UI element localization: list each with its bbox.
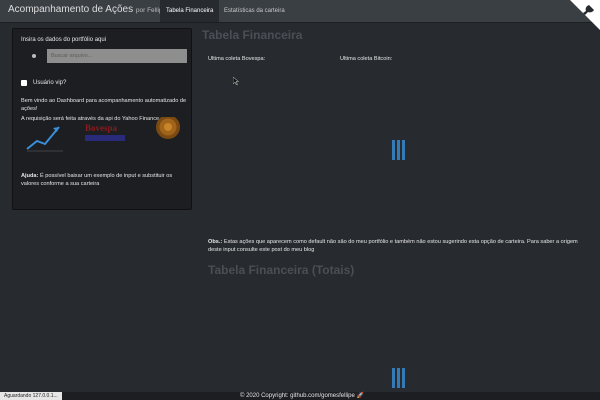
vip-label: Usuário vip? — [33, 80, 67, 86]
help-body: É possível baixar um exemplo de input e … — [21, 173, 173, 187]
coleta-bitcoin-label: Ultima coleta Bitcoin: — [340, 56, 393, 62]
status-bar: Aguardando 127.0.0.1... — [0, 392, 62, 400]
loading-spinner-icon — [392, 140, 408, 160]
help-title: Ajuda: — [21, 173, 39, 179]
browse-button[interactable] — [21, 49, 47, 63]
mouse-cursor-icon — [233, 77, 239, 85]
help-text: Ajuda: É possível baixar um exemplo de i… — [21, 172, 189, 188]
coleta-bovespa-label: Ultima coleta Bovespa: — [208, 56, 266, 62]
file-upload[interactable]: Buscar arquivo... — [21, 49, 187, 63]
obs-text: Estas ações que aparecem como default nã… — [208, 239, 578, 253]
tab-tabela-financeira[interactable]: Tabela Financeira — [160, 0, 220, 22]
portfolio-label: Insira os dados do portfólio aqui — [21, 37, 107, 43]
growth-chart-icon — [26, 126, 63, 152]
app-title-text: Acompanhamento de Ações — [8, 4, 134, 15]
file-upload-field[interactable]: Buscar arquivo... — [47, 49, 187, 63]
welcome-text: Bem vindo ao Dashboard para acompanhamen… — [21, 98, 187, 112]
svg-text:Bovespa: Bovespa — [85, 123, 118, 133]
browse-icon — [32, 54, 36, 58]
tab-estatisticas[interactable]: Estatísticas da carteira — [218, 0, 291, 22]
navbar: Acompanhamento de Ações por Fellipe Gome… — [0, 0, 600, 30]
sidebar-panel: Insira os dados do portfólio aqui Buscar… — [12, 28, 192, 210]
bovespa-logo: Bovespa — [85, 123, 125, 141]
bitcoin-logo — [156, 117, 180, 139]
copyright-text[interactable]: © 2020 Copyright: github.com/gomesfellip… — [240, 392, 364, 400]
obs-title: Obs.: — [208, 239, 223, 245]
github-corner-icon[interactable] — [570, 0, 600, 30]
totals-title: Tabela Financeira (Totais) — [208, 263, 355, 277]
loading-spinner-icon-2 — [392, 368, 408, 388]
obs-note: Obs.: Estas ações que aparecem como defa… — [208, 238, 588, 254]
page-title: Tabela Financeira — [202, 28, 303, 42]
vip-checkbox[interactable] — [21, 80, 27, 86]
finance-logos: Bovespa — [26, 117, 180, 152]
